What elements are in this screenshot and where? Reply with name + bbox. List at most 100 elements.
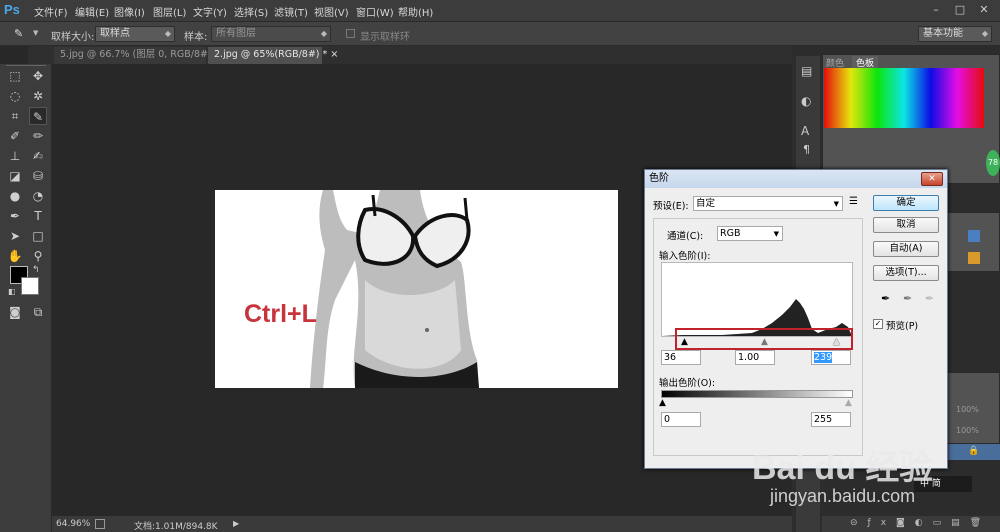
cancel-button[interactable]: 取消 — [873, 217, 939, 233]
body-photo — [310, 190, 479, 388]
adjustment-thumbnail[interactable] — [968, 252, 980, 264]
swap-colors-icon[interactable]: ↰ — [32, 265, 40, 275]
paragraph-panel-icon[interactable]: ¶ — [803, 143, 810, 156]
auto-button[interactable]: 自动(A) — [873, 241, 939, 257]
dialog-close-button[interactable]: ✕ — [921, 172, 943, 186]
sample-value: 所有图层 — [216, 28, 256, 39]
lasso-tool-icon[interactable]: ◌ — [6, 87, 24, 105]
channel-select[interactable]: RGB ▼ — [717, 226, 783, 241]
close-window-button[interactable]: ✕ — [974, 2, 994, 18]
chevron-down-icon[interactable]: ▼ — [33, 29, 38, 37]
preview-checkbox[interactable]: ✓ — [873, 319, 883, 329]
screen-mode-icon[interactable]: ⧉ — [29, 303, 47, 321]
close-icon[interactable]: × — [330, 49, 338, 60]
eyedropper-tool-icon[interactable]: ✎ — [29, 107, 47, 125]
maximize-button[interactable]: □ — [950, 2, 970, 18]
output-white-slider[interactable]: ▲ — [845, 398, 852, 408]
share-icon[interactable] — [95, 519, 105, 529]
eyedropper-icon[interactable]: ✎ — [14, 27, 30, 41]
move-tool-icon[interactable]: ✥ — [29, 67, 47, 85]
background-color-swatch[interactable] — [21, 277, 39, 295]
ok-button[interactable]: 确定 — [873, 195, 939, 211]
character-panel-icon[interactable]: A — [801, 124, 809, 138]
sample-size-label: 取样大小: — [51, 32, 95, 43]
tab-5-jpg[interactable]: 5.jpg @ 66.7% (图层 0, RGB/8#) * × — [54, 47, 230, 64]
history-panel-icon[interactable]: ▤ — [801, 64, 812, 78]
black-point-slider[interactable]: ▲ — [681, 337, 688, 347]
show-ring-checkbox[interactable] — [346, 29, 355, 38]
histogram-graph — [662, 299, 852, 336]
channel-label: 通道(C): — [667, 231, 704, 242]
adjustment-thumbnail[interactable] — [968, 230, 980, 242]
menu-layer[interactable]: 图层(L) — [153, 4, 186, 19]
gray-eyedropper-icon[interactable]: ✒ — [903, 292, 912, 305]
sample-size-value: 取样点 — [100, 28, 130, 39]
quick-mask-icon[interactable]: ◙ — [6, 303, 24, 321]
options-button[interactable]: 选项(T)... — [873, 265, 939, 281]
dialog-title: 色阶 — [645, 170, 947, 188]
input-white-value: 239 — [814, 352, 833, 363]
magic-wand-tool-icon[interactable]: ✲ — [29, 87, 47, 105]
chevron-down-icon: ◆ — [164, 29, 171, 38]
white-point-slider[interactable]: ▲ — [833, 337, 840, 347]
blur-tool-icon[interactable]: ● — [6, 187, 24, 205]
minimize-button[interactable]: – — [926, 2, 946, 18]
channel-value: RGB — [720, 228, 741, 239]
menu-view[interactable]: 视图(V) — [314, 4, 349, 19]
menu-window[interactable]: 窗口(W) — [356, 4, 394, 19]
preset-options-icon[interactable]: ☰ — [849, 196, 858, 207]
menu-type[interactable]: 文字(Y) — [193, 4, 227, 19]
photoshop-logo: Ps — [4, 2, 20, 17]
crop-tool-icon[interactable]: ⌗ — [6, 107, 24, 125]
pen-tool-icon[interactable]: ✒ — [6, 207, 24, 225]
clone-stamp-icon[interactable]: ⊥ — [6, 147, 24, 165]
brush-tool-icon[interactable]: ✏ — [29, 127, 47, 145]
menu-image[interactable]: 图像(I) — [114, 4, 145, 19]
document-size: 文档:1.01M/894.8K — [134, 522, 218, 532]
default-colors-icon[interactable]: ◧ — [8, 287, 16, 296]
marquee-tool-icon[interactable]: ⬚ — [6, 67, 24, 85]
menu-bar — [0, 0, 1000, 22]
badge-counter: 78 — [986, 150, 1000, 176]
path-selection-icon[interactable]: ➤ — [6, 227, 24, 245]
workspace-select[interactable]: 基本功能 ◆ — [918, 26, 992, 42]
input-gamma-field[interactable]: 1.00 — [735, 350, 775, 365]
paint-bucket-icon[interactable]: ⛁ — [29, 167, 47, 185]
document-image[interactable] — [215, 190, 618, 388]
eraser-tool-icon[interactable]: ◪ — [6, 167, 24, 185]
menu-help[interactable]: 帮助(H) — [398, 4, 433, 19]
tab-2-jpg[interactable]: 2.jpg @ 65%(RGB/8#) * × — [208, 47, 338, 64]
black-eyedropper-icon[interactable]: ✒ — [881, 292, 890, 305]
status-menu-arrow-icon[interactable]: ▶ — [233, 519, 239, 528]
menu-select[interactable]: 选择(S) — [234, 4, 268, 19]
preset-select[interactable]: 自定 ▼ — [693, 196, 843, 211]
zoom-tool-icon[interactable]: ⚲ — [29, 247, 47, 265]
output-gradient — [661, 390, 853, 398]
layer-actions-icons[interactable]: ⊝ƒx◙◐▭▤🗑 — [850, 518, 991, 528]
menu-edit[interactable]: 编辑(E) — [75, 4, 109, 19]
dodge-tool-icon[interactable]: ◔ — [29, 187, 47, 205]
sample-label: 样本: — [184, 32, 208, 43]
menu-filter[interactable]: 滤镜(T) — [274, 4, 308, 19]
sample-select[interactable]: 所有图层 ◆ — [211, 26, 331, 42]
properties-panel-icon[interactable]: ◐ — [801, 94, 811, 108]
output-black-slider[interactable]: ▲ — [659, 398, 666, 408]
input-white-field[interactable]: 239 — [811, 350, 851, 365]
opacity-value[interactable]: 100% — [956, 405, 979, 414]
output-white-field[interactable]: 255 — [811, 412, 851, 427]
tab-label: 2.jpg @ 65%(RGB/8#) * — [214, 49, 328, 60]
rectangle-tool-icon[interactable]: □ — [29, 227, 47, 245]
type-tool-icon[interactable]: T — [29, 207, 47, 225]
hand-tool-icon[interactable]: ✋ — [6, 247, 24, 265]
gamma-slider[interactable]: ▲ — [761, 337, 768, 347]
white-eyedropper-icon[interactable]: ✒ — [925, 292, 934, 305]
swatch-grid[interactable] — [824, 68, 984, 128]
sample-size-select[interactable]: 取样点 ◆ — [95, 26, 175, 42]
fill-value[interactable]: 100% — [956, 426, 979, 435]
input-black-field[interactable]: 36 — [661, 350, 701, 365]
menu-file[interactable]: 文件(F) — [34, 4, 68, 19]
healing-brush-icon[interactable]: ✐ — [6, 127, 24, 145]
output-black-field[interactable]: 0 — [661, 412, 701, 427]
zoom-level[interactable]: 64.96% — [56, 519, 90, 529]
history-brush-icon[interactable]: ✍ — [29, 147, 47, 165]
